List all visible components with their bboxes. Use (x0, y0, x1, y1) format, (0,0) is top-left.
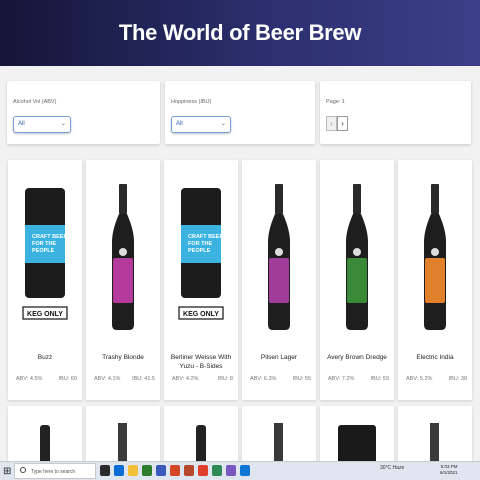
weather-tray[interactable]: 30°C Haze (380, 465, 404, 471)
beer-ibu: IBU: 55 (292, 376, 311, 382)
beer-card[interactable]: Electric India ABV: 5.2% IBU: 38 (398, 160, 472, 400)
task-view-icon[interactable] (100, 465, 110, 476)
svg-text:FOR THE: FOR THE (32, 241, 56, 247)
beer-name: Berliner Weisse With Yuzu - B-Sides (170, 354, 232, 370)
beer-name: Avery Brown Dredge (327, 354, 387, 361)
beer-card[interactable]: Pilsen Lager ABV: 6.3% IBU: 55 (242, 160, 316, 400)
windows-start-icon[interactable]: ⊞ (3, 466, 11, 477)
abv-filter-label: Alcohol Vol (ABV) (13, 99, 57, 105)
clock-date: 6/1/2021 (440, 470, 458, 475)
keg-only-badge: KEG ONLY (183, 311, 219, 318)
taskbar-search-placeholder: Type here to search (31, 469, 76, 475)
beer-abv: ABV: 5.2% (406, 376, 433, 382)
powerpoint-icon[interactable] (170, 465, 180, 476)
beer-card[interactable] (320, 406, 394, 466)
beer-name: Trashy Blonde (102, 354, 144, 361)
keg-image: CRAFT BEER FOR THE PEOPLE KEG ONLY (22, 188, 68, 320)
beer-card[interactable]: CRAFT BEER FOR THE PEOPLE KEG ONLY Buzz … (8, 160, 82, 400)
beer-name: Pilsen Lager (260, 354, 298, 361)
keg-only-badge: KEG ONLY (27, 311, 63, 318)
svg-text:FOR THE: FOR THE (188, 241, 212, 247)
svg-text:PEOPLE: PEOPLE (32, 248, 55, 254)
ibu-filter-label: Hoppiness (IBU) (171, 99, 212, 105)
beer-ibu: IBU: 41.5 (132, 376, 155, 382)
pager: ‹ › (326, 116, 348, 131)
chevron-down-icon: ⌄ (220, 121, 226, 127)
abv-filter: Alcohol Vol (ABV) All ⌄ (7, 81, 160, 144)
bottle-image (274, 423, 283, 466)
excel-icon[interactable] (142, 465, 152, 476)
page-header: The World of Beer Brew (0, 0, 480, 66)
search-icon (20, 467, 26, 473)
beer-card[interactable]: CRAFT BEER FOR THE PEOPLE KEG ONLY Berli… (164, 160, 238, 400)
beer-card[interactable] (86, 406, 160, 466)
bottle-image (430, 423, 439, 466)
beer-abv: ABV: 4.5% (16, 376, 43, 382)
bottle-image (268, 184, 290, 330)
word-icon[interactable] (156, 465, 166, 476)
beer-abv: ABV: 4.2% (172, 376, 199, 382)
app-icon[interactable] (212, 465, 222, 476)
beer-ibu: IBU: 38 (448, 376, 467, 382)
svg-text:CRAFT BEER: CRAFT BEER (32, 234, 67, 240)
bottle-image (346, 184, 368, 330)
ibu-filter: Hoppiness (IBU) All ⌄ (165, 81, 315, 144)
beer-ibu: IBU: 8 (217, 376, 233, 382)
bottle-image (424, 184, 446, 330)
beer-abv: ABV: 7.2% (328, 376, 355, 382)
svg-text:CRAFT BEER: CRAFT BEER (188, 234, 223, 240)
beer-abv: ABV: 4.1% (94, 376, 121, 382)
file-explorer-icon[interactable] (128, 465, 138, 476)
ibu-select[interactable]: All ⌄ (171, 116, 231, 133)
bottle-image (40, 425, 50, 466)
taskbar-apps (100, 465, 250, 476)
beer-card[interactable]: Trashy Blonde ABV: 4.1% IBU: 41.5 (86, 160, 160, 400)
app-icon[interactable] (226, 465, 236, 476)
page-filter: Page: 1 ‹ › (320, 81, 471, 144)
app-icon[interactable] (184, 465, 194, 476)
beer-name: Buzz (37, 354, 53, 361)
beer-name: Electric India (416, 354, 454, 361)
bottle-image (196, 425, 206, 466)
abv-select[interactable]: All ⌄ (13, 116, 71, 133)
page-title: The World of Beer Brew (118, 20, 362, 45)
prev-page-button[interactable]: ‹ (326, 116, 337, 131)
beer-card[interactable] (242, 406, 316, 466)
beer-card[interactable] (164, 406, 238, 466)
abv-select-value: All (18, 121, 25, 127)
vscode-icon[interactable] (240, 465, 250, 476)
taskbar: ⊞ Type here to search 30°C Haze 5:03 PM … (0, 461, 480, 480)
clock[interactable]: 5:03 PM 6/1/2021 (440, 464, 458, 476)
chrome-icon[interactable] (198, 465, 208, 476)
bottle-image (118, 423, 127, 466)
page-label: Page: 1 (326, 99, 345, 105)
chevron-down-icon: ⌄ (60, 121, 66, 127)
bottle-image (112, 184, 134, 330)
beer-ibu: IBU: 59 (370, 376, 389, 382)
svg-text:PEOPLE: PEOPLE (188, 248, 211, 254)
edge-icon[interactable] (114, 465, 124, 476)
taskbar-search[interactable]: Type here to search (14, 463, 96, 479)
beer-card[interactable]: Avery Brown Dredge ABV: 7.2% IBU: 59 (320, 160, 394, 400)
next-page-button[interactable]: › (337, 116, 348, 131)
beer-card[interactable] (8, 406, 82, 466)
ibu-select-value: All (176, 121, 183, 127)
bottle-image (338, 425, 376, 466)
beer-card[interactable] (398, 406, 472, 466)
keg-image: CRAFT BEER FOR THE PEOPLE KEG ONLY (178, 188, 224, 320)
beer-abv: ABV: 6.3% (250, 376, 277, 382)
beer-ibu: IBU: 60 (58, 376, 77, 382)
